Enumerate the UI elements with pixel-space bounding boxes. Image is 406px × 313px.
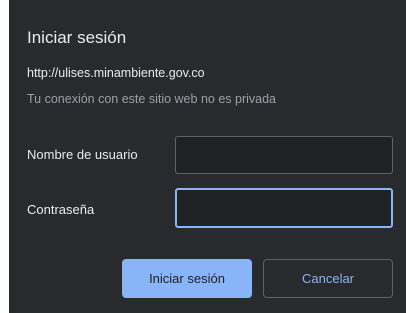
connection-warning: Tu conexión con este sitio web no es pri… xyxy=(27,92,276,106)
password-input[interactable] xyxy=(175,188,393,228)
username-input[interactable] xyxy=(175,136,393,174)
cancel-button[interactable]: Cancelar xyxy=(263,259,393,298)
password-label: Contraseña xyxy=(27,202,95,217)
sign-in-dialog: Iniciar sesión http://ulises.minambiente… xyxy=(9,0,406,313)
site-url: http://ulises.minambiente.gov.co xyxy=(27,66,205,80)
dialog-title: Iniciar sesión xyxy=(27,28,127,47)
username-label: Nombre de usuario xyxy=(27,147,138,162)
page: Iniciar sesión http://ulises.minambiente… xyxy=(0,0,406,313)
sign-in-button[interactable]: Iniciar sesión xyxy=(122,259,252,298)
